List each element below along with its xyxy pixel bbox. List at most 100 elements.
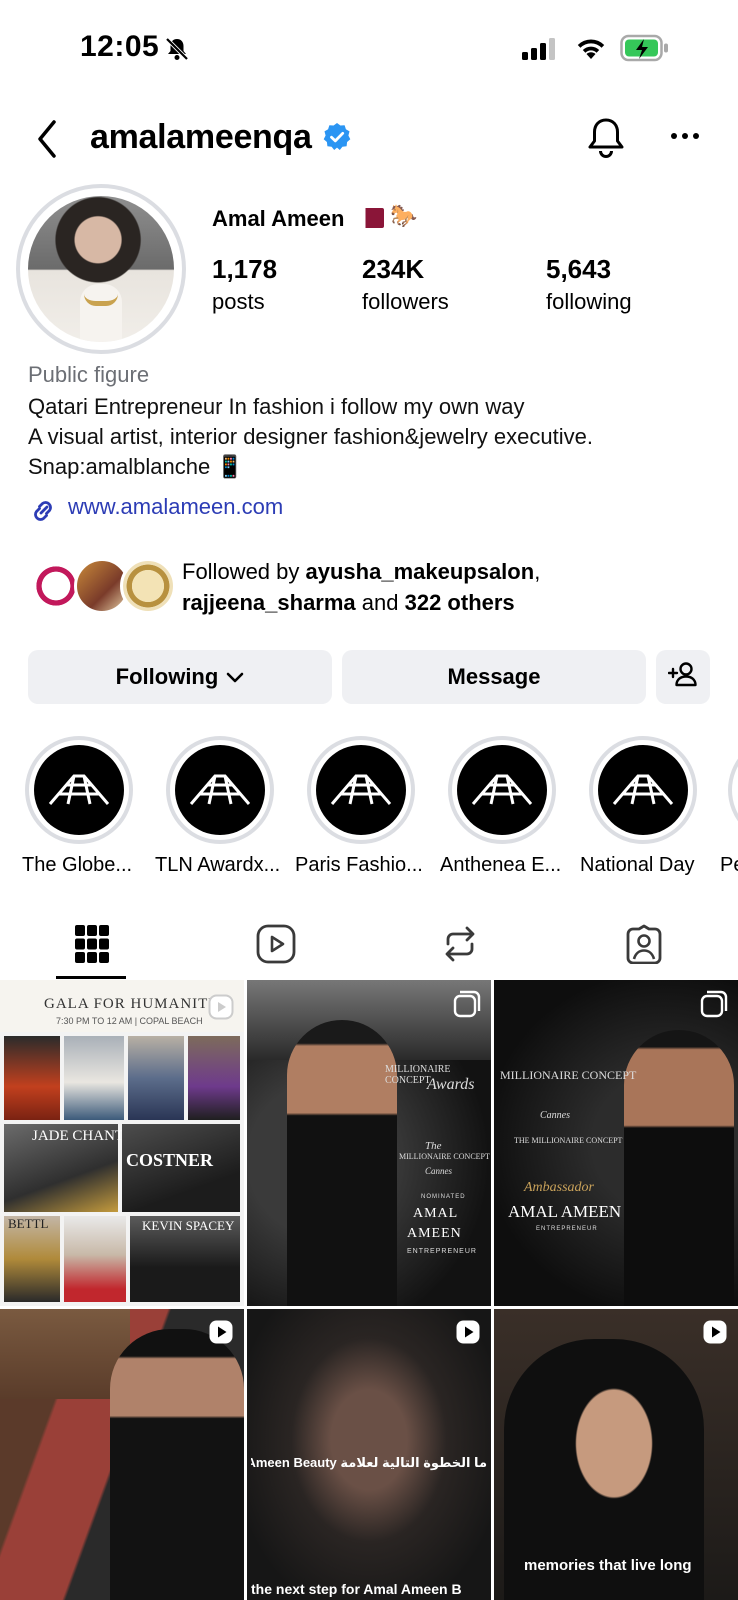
story-highlight[interactable] (24, 736, 134, 844)
grid-icon (75, 924, 109, 968)
collage-label: JADE CHANTE (32, 1128, 134, 1144)
highlight-label: Paris Fashio... (295, 854, 423, 876)
post-tile[interactable]: memories that live long (494, 1309, 738, 1600)
post-text: Awards (427, 1076, 475, 1093)
post-tile[interactable] (0, 1309, 244, 1600)
collage-label: COSTNER (126, 1150, 214, 1170)
qatar-flag-icon (358, 208, 384, 228)
followed-by-others[interactable]: 322 others (405, 590, 515, 615)
story-highlight[interactable] (447, 736, 557, 844)
avatar[interactable] (28, 196, 174, 342)
reel-badge-icon (702, 1319, 728, 1350)
bio-line: Qatari Entrepreneur In fashion i follow … (28, 394, 525, 419)
silent-mode-icon (164, 36, 190, 67)
tab-tagged[interactable] (614, 918, 674, 974)
highlight-label: The Globe... (22, 854, 133, 876)
stat-value: 5,643 (546, 254, 612, 284)
avatar-portrait-detail (80, 284, 122, 342)
stat-label: followers (362, 289, 449, 314)
cellular-signal-icon (522, 38, 558, 65)
horse-emoji-icon: 🐎 (390, 203, 418, 228)
post-text: NOMINATED (421, 1194, 466, 1200)
post-tile[interactable]: MILLIONAIRE CONCEPT Cannes THE MILLIONAI… (494, 980, 738, 1306)
stat-followers[interactable]: 234K followers (362, 254, 449, 315)
followed-by-prefix: Followed by (182, 559, 306, 584)
tagged-person-icon (624, 924, 664, 969)
highlight-ring (448, 736, 556, 844)
message-button-label: Message (447, 664, 541, 689)
highlight-logo-icon (598, 745, 688, 835)
highlight-ring (728, 736, 738, 844)
stat-following[interactable]: 5,643 following (546, 254, 632, 315)
more-options-icon[interactable] (670, 128, 700, 146)
followed-by-user[interactable]: ayusha_makeupsalon (306, 559, 535, 584)
post-text: Cannes (540, 1110, 570, 1121)
post-figure (624, 1030, 734, 1306)
reel-badge-icon (455, 1319, 481, 1350)
post-caption: ما الخطوة التالية لعلامة Amal Ameen Beau… (251, 1455, 487, 1470)
collage-photo (64, 1036, 124, 1120)
highlight-ring (307, 736, 415, 844)
reel-badge-icon (208, 1319, 234, 1350)
website-link[interactable]: www.amalameen.com (68, 494, 283, 520)
reel-badge-icon (208, 994, 234, 1025)
active-tab-indicator (56, 976, 126, 979)
stat-label: following (546, 289, 632, 314)
post-text: ENTREPRENEUR (536, 1226, 598, 1232)
reels-icon (256, 924, 296, 969)
highlight-logo-icon (457, 745, 547, 835)
post-text: AMAL AMEEN (508, 1202, 622, 1221)
suggested-people-button[interactable] (656, 650, 710, 704)
add-person-icon (667, 661, 698, 693)
highlight-label: Anthenea E... (440, 854, 562, 876)
followed-by-and: and (355, 590, 405, 615)
highlight-logo-icon (175, 745, 265, 835)
collage-photo (4, 1036, 60, 1120)
post-text: MILLIONAIRE CONCEPT (500, 1068, 637, 1082)
collage-label: BETTL (8, 1216, 49, 1231)
post-tile[interactable]: MILLIONAIRE CONCEPT Awards The MILLIONAI… (247, 980, 491, 1306)
story-highlight[interactable] (728, 736, 738, 844)
wifi-icon (574, 35, 608, 66)
followed-by-user[interactable]: rajjeena_sharma (182, 590, 356, 615)
post-text: The (425, 1140, 442, 1152)
following-button-label: Following (115, 664, 219, 689)
status-bar: 12:05 (0, 0, 738, 100)
bio-line: A visual artist, interior designer fashi… (28, 424, 593, 449)
status-time: 12:05 (80, 30, 160, 63)
highlight-label: TLN Awardx... (155, 854, 281, 876)
tab-reels[interactable] (246, 918, 306, 974)
display-name: Amal Ameen (212, 206, 345, 231)
story-highlight[interactable] (306, 736, 416, 844)
highlight-ring (589, 736, 697, 844)
following-button[interactable]: Following (28, 650, 332, 704)
chevron-down-icon (226, 664, 244, 690)
highlight-label: Pe (720, 854, 738, 876)
collage-photo (188, 1036, 240, 1120)
highlight-ring (25, 736, 133, 844)
verified-badge-icon (322, 122, 352, 157)
carousel-icon (453, 990, 481, 1023)
tab-posts-grid[interactable] (62, 918, 122, 974)
post-text: ENTREPRENEUR (407, 1248, 477, 1255)
tab-reposts[interactable] (430, 918, 490, 974)
profile-category: Public figure (28, 362, 150, 387)
post-subtitle: 7:30 PM TO 12 AM | COPAL BEACH (56, 1016, 203, 1026)
collage-photo (64, 1216, 126, 1302)
story-highlight[interactable] (588, 736, 698, 844)
stat-label: posts (212, 289, 265, 314)
post-figure (110, 1329, 244, 1600)
post-tile[interactable]: ما الخطوة التالية لعلامة Amal Ameen Beau… (247, 1309, 491, 1600)
post-tile[interactable]: GALA FOR HUMANITY 7:30 PM TO 12 AM | COP… (0, 980, 244, 1306)
stat-posts[interactable]: 1,178 posts (212, 254, 277, 315)
back-arrow-icon[interactable] (32, 116, 66, 162)
post-caption: memories that live long (524, 1557, 692, 1574)
post-text: AMEEN (407, 1226, 462, 1241)
notification-bell-icon[interactable] (586, 116, 626, 167)
followed-by-text[interactable]: Followed by ayusha_makeupsalon, rajjeena… (182, 556, 702, 618)
carousel-icon (700, 990, 728, 1023)
post-text: THE MILLIONAIRE CONCEPT (514, 1136, 623, 1145)
story-highlight[interactable] (165, 736, 275, 844)
post-text: Cannes (425, 1166, 452, 1176)
message-button[interactable]: Message (342, 650, 646, 704)
